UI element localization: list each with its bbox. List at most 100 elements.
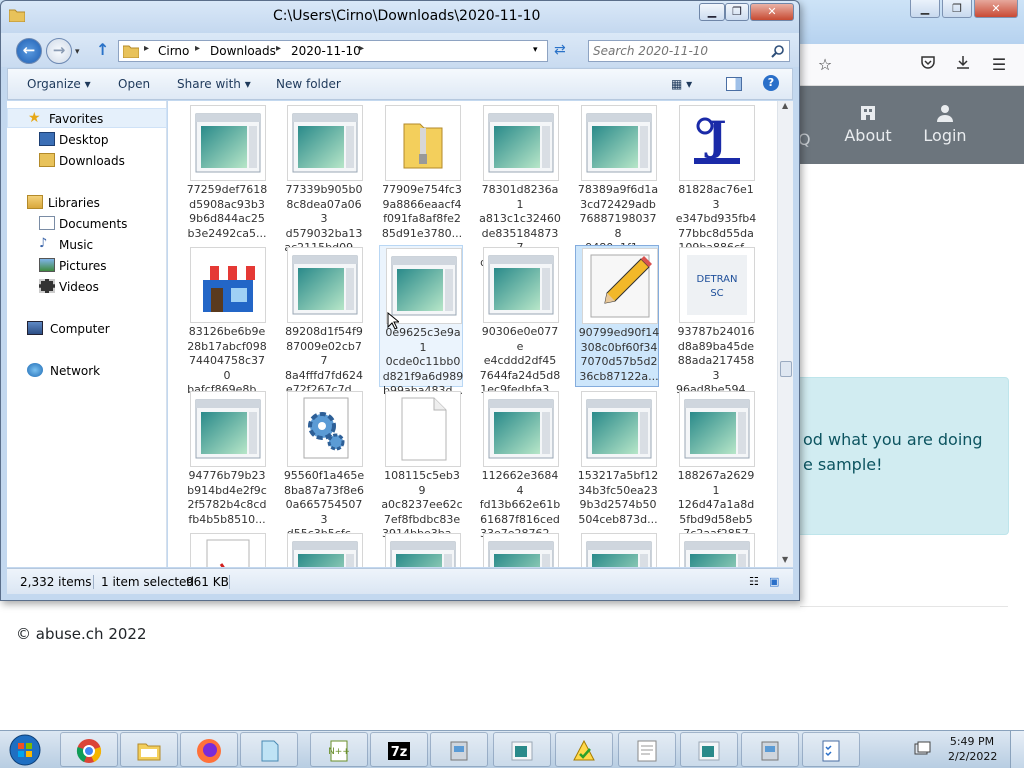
taskbar-notepad-button[interactable] <box>240 732 298 767</box>
file-item[interactable] <box>281 531 365 567</box>
taskbar-document-button[interactable] <box>618 732 676 767</box>
nav-pictures[interactable]: Pictures <box>7 256 167 276</box>
nav-libraries[interactable]: Libraries <box>7 193 167 213</box>
show-desktop-button[interactable] <box>1010 731 1024 768</box>
file-item[interactable]: 188267a26291 126d47a1a8d 5fbd9d58eb5 7c2… <box>673 389 757 555</box>
nav-music[interactable]: ♪ Music <box>7 235 167 255</box>
file-item[interactable] <box>184 531 268 567</box>
menu-icon[interactable]: ☰ <box>988 54 1010 76</box>
file-item[interactable]: 90799ed90f14 308c0bf60f34 7070d57b5d2 36… <box>575 245 659 387</box>
file-item[interactable]: 89208d1f54f9 87009e02cb77 8a4fffd7fd624 … <box>281 245 365 396</box>
back-button[interactable]: ← <box>16 38 42 64</box>
nav-videos-label: Videos <box>59 280 99 294</box>
pocket-icon[interactable] <box>917 54 939 76</box>
explorer-maximize-button[interactable]: ❐ <box>725 3 749 21</box>
file-item[interactable]: 77339b905b0 8c8dea07a063 d579032ba13 ac2… <box>281 103 365 254</box>
scroll-up-arrow[interactable]: ▲ <box>782 101 788 110</box>
breadcrumb-separator[interactable]: ▸ <box>359 43 364 54</box>
taskbar-firefox-button[interactable] <box>180 732 238 767</box>
help-icon[interactable]: ? <box>763 75 779 91</box>
taskbar-exe-button[interactable] <box>680 732 738 767</box>
address-box[interactable]: ▸ Cirno ▸ Downloads ▸ 2020-11-10 ▸ ▾ <box>118 40 548 62</box>
taskbar-warning-button[interactable] <box>555 732 613 767</box>
taskbar-installer-button[interactable] <box>430 732 488 767</box>
nav-about[interactable]: About <box>833 104 903 145</box>
taskbar-explorer-button[interactable] <box>120 732 178 767</box>
file-item[interactable]: J81828ac76e13 e347bd935fb4 77bbc8d55da 1… <box>673 103 757 254</box>
clock[interactable]: 5:49 PM 2/2/2022 <box>948 734 997 764</box>
file-item[interactable]: 77259def7618 d5908ac93b3 9b6d844ac25 b3e… <box>184 103 268 245</box>
taskbar-7zip-button[interactable]: 7z <box>370 732 428 767</box>
taskbar-chrome-button[interactable] <box>60 732 118 767</box>
file-item[interactable]: 90306e0e077e e4cddd2df45 7644fa24d5d8 1e… <box>477 245 561 396</box>
file-item[interactable]: 77909e754fc3 9a8866eaacf4 f091fa8af8fe2 … <box>379 103 463 245</box>
breadcrumb-downloads[interactable]: Downloads <box>210 44 276 58</box>
file-item[interactable]: DETRAN SC 93787b24016 d8a89ba45de 88ada217… <box>673 245 757 396</box>
refresh-icon[interactable]: ⇄ <box>554 42 566 58</box>
details-view-icon[interactable]: ☷ <box>749 575 759 588</box>
download-icon[interactable] <box>952 54 974 76</box>
taskbar-notepadpp-button[interactable]: N++ <box>310 732 368 767</box>
breadcrumb-separator[interactable]: ▸ <box>144 43 149 54</box>
large-icons-view-icon[interactable]: ▣ <box>769 575 779 588</box>
nav-desktop[interactable]: Desktop <box>7 130 167 150</box>
file-item[interactable] <box>575 531 659 567</box>
file-item[interactable]: 153217a5bf12 34b3fc50ea23 9b3d2574b50 50… <box>575 389 659 531</box>
nav-favorites[interactable]: ★ Favorites <box>7 108 167 128</box>
file-item[interactable]: 94776b79b23 b914bd4e2f9c 2f5782b4c8cd fb… <box>184 389 268 531</box>
breadcrumb-2020-11-10[interactable]: 2020-11-10 <box>291 44 361 58</box>
file-item[interactable] <box>673 531 757 567</box>
explorer-minimize-button[interactable]: ▁ <box>699 3 725 21</box>
nav-computer[interactable]: Computer <box>7 319 167 339</box>
breadcrumb-separator[interactable]: ▸ <box>276 43 281 54</box>
taskbar-exe-button[interactable] <box>493 732 551 767</box>
browser-close-button[interactable]: ✕ <box>974 0 1018 18</box>
nav-downloads[interactable]: Downloads <box>7 151 167 171</box>
open-button[interactable]: Open <box>118 77 150 91</box>
file-item[interactable]: 112662e36844 fd13b662e61b 61687f816ced 3… <box>477 389 561 540</box>
nav-login[interactable]: Login <box>910 104 980 145</box>
nav-computer-label: Computer <box>50 322 110 336</box>
browser-minimize-button[interactable]: ▁ <box>910 0 940 18</box>
file-item[interactable] <box>477 531 561 567</box>
organize-menu[interactable]: Organize ▾ <box>27 77 91 91</box>
file-item[interactable]: 83126be6b9e 28b17abcf098 74404758c370 ba… <box>184 245 268 396</box>
nav-videos[interactable]: Videos <box>7 277 167 297</box>
info-alert: od what you are doing e sample! <box>796 377 1009 535</box>
explorer-window: C:\Users\Cirno\Downloads\2020-11-10 ▁ ❐ … <box>0 0 800 601</box>
file-item[interactable]: 108115c5eb39 a0c8237ee62c 7ef8fbdbc83e 3… <box>379 389 463 540</box>
browser-maximize-button[interactable]: ❐ <box>942 0 972 18</box>
detran-icon: DETRAN SC <box>679 247 755 323</box>
recent-pages-dropdown[interactable]: ▾ <box>75 47 80 57</box>
file-item[interactable]: 78301d8236a1 a813c1c32460 de8351848737 d… <box>477 103 561 269</box>
bookmark-star-icon[interactable]: ☆ <box>814 54 836 76</box>
change-view-icon[interactable]: ▦ ▾ <box>671 77 692 91</box>
file-item[interactable] <box>379 531 463 567</box>
file-item[interactable]: 78389a9f6d1a 3cd72429adb 768871980378 94… <box>575 103 659 269</box>
nav-documents[interactable]: Documents <box>7 214 167 234</box>
search-box[interactable] <box>588 40 790 62</box>
nav-network[interactable]: Network <box>7 361 167 381</box>
explorer-close-button[interactable]: ✕ <box>750 3 794 21</box>
address-history-dropdown[interactable]: ▾ <box>533 45 538 55</box>
search-input[interactable] <box>593 43 765 59</box>
action-center-icon[interactable] <box>914 741 932 757</box>
new-folder-button[interactable]: New folder <box>276 77 341 91</box>
start-button[interactable] <box>4 733 46 767</box>
breadcrumb-separator[interactable]: ▸ <box>195 43 200 54</box>
up-arrow-icon[interactable]: ↑ <box>96 40 109 59</box>
forward-button[interactable]: → <box>46 38 72 64</box>
taskbar-installer-button[interactable] <box>741 732 799 767</box>
scroll-thumb[interactable] <box>780 361 792 377</box>
file-item[interactable]: 95560f1a465e 8ba87a73f8e6 0a6657545073 d… <box>281 389 365 540</box>
file-name: 0e9625c3e9a1 0cde0c11bb0 d821f9a6d989 b9… <box>382 326 464 397</box>
search-icon[interactable] <box>771 44 785 58</box>
share-with-menu[interactable]: Share with ▾ <box>177 77 251 91</box>
file-list-scrollbar[interactable]: ▲ ▼ <box>777 101 793 567</box>
taskbar-checklist-button[interactable] <box>802 732 860 767</box>
breadcrumb-cirno[interactable]: Cirno <box>158 44 189 58</box>
explorer-title: C:\Users\Cirno\Downloads\2020-11-10 <box>273 8 541 24</box>
preview-pane-icon[interactable] <box>726 77 742 91</box>
scroll-down-arrow[interactable]: ▼ <box>782 555 788 564</box>
explorer-titlebar[interactable]: C:\Users\Cirno\Downloads\2020-11-10 ▁ ❐ … <box>1 1 799 33</box>
